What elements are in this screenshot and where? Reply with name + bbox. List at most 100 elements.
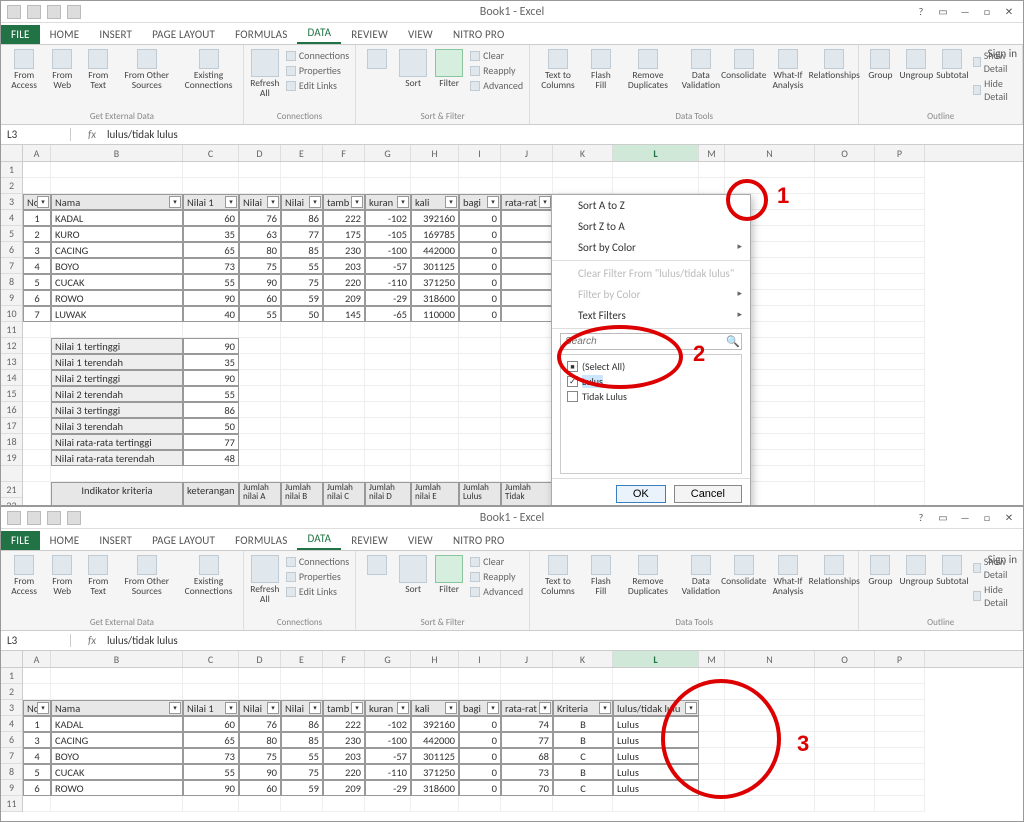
cell[interactable]: Indikator kriteria: [51, 482, 183, 505]
from-other-button[interactable]: From Other Sources: [119, 555, 174, 596]
cell[interactable]: 442000: [411, 732, 459, 748]
filter-dropdown-icon[interactable]: ▾: [487, 196, 499, 208]
whatif-button[interactable]: What-If Analysis: [766, 49, 810, 90]
col-J[interactable]: J: [501, 145, 553, 161]
ribbon-toggle-button[interactable]: ▭: [933, 4, 953, 20]
cell[interactable]: [323, 434, 365, 450]
filter-tidak-lulus[interactable]: Tidak Lulus: [567, 389, 735, 404]
cell[interactable]: Nilai 1 tertinggi: [51, 338, 183, 354]
table-header[interactable]: tamb▾: [323, 194, 365, 210]
ungroup-button[interactable]: Ungroup: [901, 49, 931, 81]
cell[interactable]: 70: [501, 780, 553, 796]
filter-dropdown-icon[interactable]: ▾: [225, 196, 237, 208]
cell[interactable]: [815, 402, 875, 418]
cell[interactable]: [281, 338, 323, 354]
cell[interactable]: [459, 402, 501, 418]
cell[interactable]: [501, 242, 553, 258]
filter-dropdown-icon[interactable]: ▾: [445, 196, 457, 208]
cell[interactable]: 80: [239, 242, 281, 258]
group-button[interactable]: Group: [865, 555, 895, 587]
col-I[interactable]: I: [459, 651, 501, 667]
cell[interactable]: 209: [323, 780, 365, 796]
cell[interactable]: [323, 668, 365, 684]
cell[interactable]: 0: [459, 748, 501, 764]
help-button[interactable]: ?: [911, 4, 931, 20]
cell[interactable]: [281, 402, 323, 418]
subtotal-button[interactable]: Subtotal: [937, 49, 967, 81]
cell[interactable]: [501, 796, 553, 812]
ribbon-toggle-button[interactable]: ▭: [933, 510, 953, 526]
cell[interactable]: [815, 354, 875, 370]
row-header[interactable]: 2: [1, 178, 22, 194]
cell[interactable]: 4: [23, 748, 51, 764]
cell[interactable]: [365, 338, 411, 354]
filter-dropdown-icon[interactable]: ▾: [397, 702, 409, 714]
cell[interactable]: [411, 796, 459, 812]
col-L[interactable]: L: [613, 145, 699, 161]
filter-select-all[interactable]: (Select All): [567, 359, 735, 374]
flash-fill-button[interactable]: Flash Fill: [586, 555, 616, 596]
cell[interactable]: Jumlah nilai A: [239, 482, 281, 505]
cell[interactable]: [699, 162, 725, 178]
cell[interactable]: LUWAK: [51, 306, 183, 322]
cell[interactable]: CUCAK: [51, 274, 183, 290]
sort-button[interactable]: Sort: [398, 555, 428, 595]
cell[interactable]: [815, 466, 875, 482]
row-header[interactable]: [1, 466, 22, 482]
cell[interactable]: [815, 322, 875, 338]
cell[interactable]: 222: [323, 210, 365, 226]
redo-icon[interactable]: [67, 5, 81, 19]
table-header[interactable]: Nama▾: [51, 700, 183, 716]
col-B[interactable]: B: [51, 145, 183, 161]
cell[interactable]: keterangan: [183, 482, 239, 505]
cell[interactable]: [875, 450, 925, 466]
cell[interactable]: [51, 178, 183, 194]
hide-detail-link[interactable]: Hide Detail: [984, 583, 1016, 609]
sign-in-link[interactable]: Sign in: [988, 553, 1017, 566]
cell[interactable]: KADAL: [51, 716, 183, 732]
row-header[interactable]: 21: [1, 482, 22, 498]
cell[interactable]: 175: [323, 226, 365, 242]
cell[interactable]: [815, 386, 875, 402]
cell[interactable]: 77: [501, 732, 553, 748]
table-header[interactable]: bagi▾: [459, 194, 501, 210]
cell[interactable]: [699, 700, 725, 716]
cell[interactable]: [281, 386, 323, 402]
cell[interactable]: [815, 226, 875, 242]
col-A[interactable]: A: [23, 651, 51, 667]
cell[interactable]: Lulus: [613, 764, 699, 780]
cell[interactable]: 0: [459, 242, 501, 258]
connections-link[interactable]: Connections: [299, 49, 349, 62]
cell[interactable]: 35: [183, 226, 239, 242]
cell[interactable]: [51, 162, 183, 178]
cell[interactable]: [281, 796, 323, 812]
cell[interactable]: [815, 258, 875, 274]
cell[interactable]: [875, 668, 925, 684]
cell[interactable]: [323, 418, 365, 434]
cell[interactable]: -57: [365, 748, 411, 764]
cell[interactable]: 74: [501, 716, 553, 732]
text-filters-item[interactable]: Text Filters: [552, 305, 750, 326]
table-header[interactable]: Nilai▾: [281, 194, 323, 210]
cell[interactable]: 230: [323, 242, 365, 258]
cell[interactable]: [501, 226, 553, 242]
cell[interactable]: [613, 796, 699, 812]
cell[interactable]: [239, 434, 281, 450]
cell[interactable]: [815, 178, 875, 194]
cell[interactable]: 59: [281, 290, 323, 306]
row-header[interactable]: 7: [1, 258, 22, 274]
cell[interactable]: [365, 178, 411, 194]
col-K[interactable]: K: [553, 651, 613, 667]
save-icon[interactable]: [27, 511, 41, 525]
data-validation-button[interactable]: Data Validation: [680, 555, 722, 596]
cell[interactable]: Jumlah nilai E: [411, 482, 459, 505]
cell[interactable]: [323, 322, 365, 338]
cell[interactable]: [411, 684, 459, 700]
maximize-button[interactable]: □: [977, 510, 997, 526]
cell[interactable]: 5: [23, 764, 51, 780]
cell[interactable]: [613, 668, 699, 684]
cell[interactable]: [501, 322, 553, 338]
select-all-corner[interactable]: [1, 651, 23, 667]
cell[interactable]: [51, 796, 183, 812]
cell[interactable]: [875, 290, 925, 306]
